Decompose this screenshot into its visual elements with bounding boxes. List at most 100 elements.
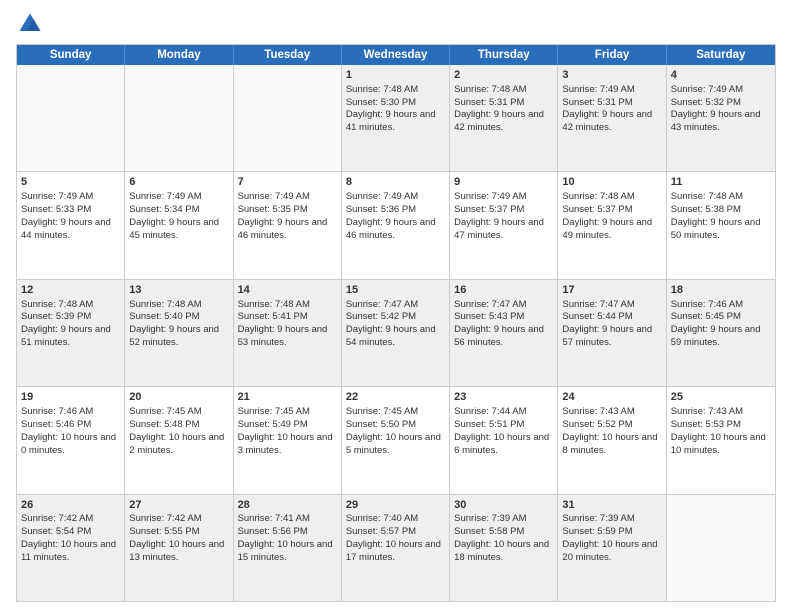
logo-icon — [16, 10, 44, 38]
weekday-header: Saturday — [667, 45, 775, 65]
weekday-header: Friday — [558, 45, 666, 65]
day-content: Sunrise: 7:47 AM Sunset: 5:42 PM Dayligh… — [346, 299, 436, 348]
calendar-cell: 16Sunrise: 7:47 AM Sunset: 5:43 PM Dayli… — [450, 280, 558, 386]
calendar-cell: 4Sunrise: 7:49 AM Sunset: 5:32 PM Daylig… — [667, 65, 775, 171]
calendar-cell: 22Sunrise: 7:45 AM Sunset: 5:50 PM Dayli… — [342, 387, 450, 493]
day-number: 7 — [238, 175, 337, 190]
day-number: 8 — [346, 175, 445, 190]
calendar-cell: 12Sunrise: 7:48 AM Sunset: 5:39 PM Dayli… — [17, 280, 125, 386]
day-number: 16 — [454, 283, 553, 298]
day-number: 6 — [129, 175, 228, 190]
day-content: Sunrise: 7:48 AM Sunset: 5:37 PM Dayligh… — [562, 191, 652, 240]
day-content: Sunrise: 7:48 AM Sunset: 5:38 PM Dayligh… — [671, 191, 761, 240]
calendar-cell: 20Sunrise: 7:45 AM Sunset: 5:48 PM Dayli… — [125, 387, 233, 493]
calendar-cell: 27Sunrise: 7:42 AM Sunset: 5:55 PM Dayli… — [125, 495, 233, 601]
calendar-row: 5Sunrise: 7:49 AM Sunset: 5:33 PM Daylig… — [17, 171, 775, 278]
calendar: SundayMondayTuesdayWednesdayThursdayFrid… — [16, 44, 776, 602]
day-content: Sunrise: 7:42 AM Sunset: 5:54 PM Dayligh… — [21, 513, 116, 562]
day-number: 15 — [346, 283, 445, 298]
day-number: 21 — [238, 390, 337, 405]
day-content: Sunrise: 7:40 AM Sunset: 5:57 PM Dayligh… — [346, 513, 441, 562]
day-content: Sunrise: 7:45 AM Sunset: 5:49 PM Dayligh… — [238, 406, 333, 455]
calendar-cell: 11Sunrise: 7:48 AM Sunset: 5:38 PM Dayli… — [667, 172, 775, 278]
day-content: Sunrise: 7:43 AM Sunset: 5:52 PM Dayligh… — [562, 406, 657, 455]
day-content: Sunrise: 7:46 AM Sunset: 5:46 PM Dayligh… — [21, 406, 116, 455]
day-content: Sunrise: 7:45 AM Sunset: 5:50 PM Dayligh… — [346, 406, 441, 455]
day-number: 18 — [671, 283, 771, 298]
logo — [16, 10, 48, 38]
calendar-cell: 17Sunrise: 7:47 AM Sunset: 5:44 PM Dayli… — [558, 280, 666, 386]
weekday-header: Wednesday — [342, 45, 450, 65]
day-number: 17 — [562, 283, 661, 298]
calendar-row: 26Sunrise: 7:42 AM Sunset: 5:54 PM Dayli… — [17, 494, 775, 601]
calendar-cell: 6Sunrise: 7:49 AM Sunset: 5:34 PM Daylig… — [125, 172, 233, 278]
day-number: 9 — [454, 175, 553, 190]
day-number: 20 — [129, 390, 228, 405]
calendar-row: 12Sunrise: 7:48 AM Sunset: 5:39 PM Dayli… — [17, 279, 775, 386]
calendar-cell: 8Sunrise: 7:49 AM Sunset: 5:36 PM Daylig… — [342, 172, 450, 278]
day-number: 11 — [671, 175, 771, 190]
day-content: Sunrise: 7:48 AM Sunset: 5:30 PM Dayligh… — [346, 84, 436, 133]
day-content: Sunrise: 7:47 AM Sunset: 5:43 PM Dayligh… — [454, 299, 544, 348]
calendar-row: 19Sunrise: 7:46 AM Sunset: 5:46 PM Dayli… — [17, 386, 775, 493]
day-content: Sunrise: 7:39 AM Sunset: 5:59 PM Dayligh… — [562, 513, 657, 562]
weekday-header: Thursday — [450, 45, 558, 65]
day-number: 22 — [346, 390, 445, 405]
day-number: 24 — [562, 390, 661, 405]
day-content: Sunrise: 7:48 AM Sunset: 5:41 PM Dayligh… — [238, 299, 328, 348]
day-number: 27 — [129, 498, 228, 513]
calendar-cell: 15Sunrise: 7:47 AM Sunset: 5:42 PM Dayli… — [342, 280, 450, 386]
day-number: 14 — [238, 283, 337, 298]
calendar-cell: 2Sunrise: 7:48 AM Sunset: 5:31 PM Daylig… — [450, 65, 558, 171]
calendar-cell: 1Sunrise: 7:48 AM Sunset: 5:30 PM Daylig… — [342, 65, 450, 171]
day-number: 2 — [454, 68, 553, 83]
day-number: 10 — [562, 175, 661, 190]
calendar-cell: 21Sunrise: 7:45 AM Sunset: 5:49 PM Dayli… — [234, 387, 342, 493]
weekday-header: Sunday — [17, 45, 125, 65]
calendar-cell: 28Sunrise: 7:41 AM Sunset: 5:56 PM Dayli… — [234, 495, 342, 601]
calendar-row: 1Sunrise: 7:48 AM Sunset: 5:30 PM Daylig… — [17, 65, 775, 171]
day-content: Sunrise: 7:49 AM Sunset: 5:36 PM Dayligh… — [346, 191, 436, 240]
day-content: Sunrise: 7:41 AM Sunset: 5:56 PM Dayligh… — [238, 513, 333, 562]
day-number: 25 — [671, 390, 771, 405]
day-number: 13 — [129, 283, 228, 298]
calendar-cell: 25Sunrise: 7:43 AM Sunset: 5:53 PM Dayli… — [667, 387, 775, 493]
calendar-cell: 13Sunrise: 7:48 AM Sunset: 5:40 PM Dayli… — [125, 280, 233, 386]
day-content: Sunrise: 7:42 AM Sunset: 5:55 PM Dayligh… — [129, 513, 224, 562]
weekday-header: Monday — [125, 45, 233, 65]
day-number: 5 — [21, 175, 120, 190]
weekday-header: Tuesday — [234, 45, 342, 65]
day-number: 1 — [346, 68, 445, 83]
day-content: Sunrise: 7:49 AM Sunset: 5:35 PM Dayligh… — [238, 191, 328, 240]
calendar-cell: 3Sunrise: 7:49 AM Sunset: 5:31 PM Daylig… — [558, 65, 666, 171]
calendar-cell — [17, 65, 125, 171]
calendar-cell: 7Sunrise: 7:49 AM Sunset: 5:35 PM Daylig… — [234, 172, 342, 278]
calendar-cell: 5Sunrise: 7:49 AM Sunset: 5:33 PM Daylig… — [17, 172, 125, 278]
day-content: Sunrise: 7:48 AM Sunset: 5:31 PM Dayligh… — [454, 84, 544, 133]
calendar-header: SundayMondayTuesdayWednesdayThursdayFrid… — [17, 45, 775, 65]
day-content: Sunrise: 7:49 AM Sunset: 5:37 PM Dayligh… — [454, 191, 544, 240]
day-content: Sunrise: 7:49 AM Sunset: 5:32 PM Dayligh… — [671, 84, 761, 133]
calendar-cell: 19Sunrise: 7:46 AM Sunset: 5:46 PM Dayli… — [17, 387, 125, 493]
day-number: 29 — [346, 498, 445, 513]
day-number: 28 — [238, 498, 337, 513]
calendar-cell: 18Sunrise: 7:46 AM Sunset: 5:45 PM Dayli… — [667, 280, 775, 386]
day-number: 23 — [454, 390, 553, 405]
day-number: 31 — [562, 498, 661, 513]
calendar-cell: 29Sunrise: 7:40 AM Sunset: 5:57 PM Dayli… — [342, 495, 450, 601]
calendar-cell — [125, 65, 233, 171]
day-number: 4 — [671, 68, 771, 83]
day-content: Sunrise: 7:46 AM Sunset: 5:45 PM Dayligh… — [671, 299, 761, 348]
calendar-cell: 24Sunrise: 7:43 AM Sunset: 5:52 PM Dayli… — [558, 387, 666, 493]
day-content: Sunrise: 7:39 AM Sunset: 5:58 PM Dayligh… — [454, 513, 549, 562]
day-content: Sunrise: 7:48 AM Sunset: 5:40 PM Dayligh… — [129, 299, 219, 348]
day-number: 3 — [562, 68, 661, 83]
day-number: 30 — [454, 498, 553, 513]
calendar-cell: 9Sunrise: 7:49 AM Sunset: 5:37 PM Daylig… — [450, 172, 558, 278]
calendar-cell — [234, 65, 342, 171]
calendar-cell — [667, 495, 775, 601]
day-content: Sunrise: 7:44 AM Sunset: 5:51 PM Dayligh… — [454, 406, 549, 455]
calendar-cell: 31Sunrise: 7:39 AM Sunset: 5:59 PM Dayli… — [558, 495, 666, 601]
day-content: Sunrise: 7:45 AM Sunset: 5:48 PM Dayligh… — [129, 406, 224, 455]
day-content: Sunrise: 7:49 AM Sunset: 5:34 PM Dayligh… — [129, 191, 219, 240]
